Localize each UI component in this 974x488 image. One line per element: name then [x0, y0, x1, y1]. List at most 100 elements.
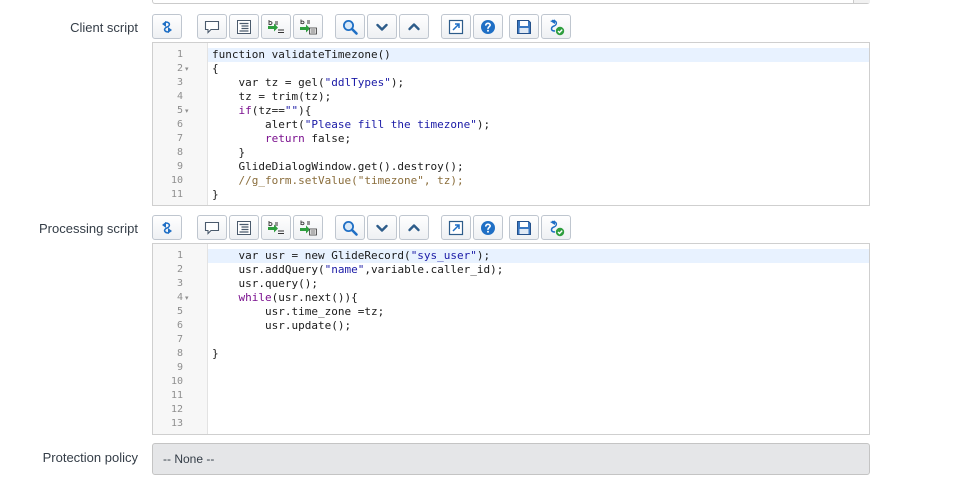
line-number: 6	[176, 320, 183, 331]
comment-selected-button[interactable]	[197, 14, 227, 39]
line-number: 12	[170, 404, 183, 415]
help-icon	[479, 219, 497, 237]
comment-selected-button[interactable]	[197, 215, 227, 240]
line-number: 10	[170, 175, 183, 186]
code-token: return	[264, 132, 305, 145]
replace-all-icon	[298, 219, 318, 237]
check-syntax-button[interactable]	[541, 215, 571, 240]
code-line: while(usr.next()){	[212, 291, 358, 305]
format-code-button[interactable]	[229, 215, 259, 240]
code-token: }	[212, 146, 246, 159]
protection-policy-select[interactable]: -- None --	[152, 443, 870, 475]
find-next-button[interactable]	[367, 215, 397, 240]
format-code-button[interactable]	[229, 14, 259, 39]
floppy-disk-icon	[515, 219, 533, 237]
code-line: //g_form.setValue("timezone", tz);	[212, 174, 464, 188]
line-number: 9	[176, 362, 183, 373]
replace-icon	[266, 18, 286, 36]
save-button[interactable]	[509, 215, 539, 240]
chevron-up-icon	[405, 219, 423, 237]
protection-policy-label: Protection policy	[42, 450, 138, 465]
code-token: ""	[284, 104, 299, 117]
search-button[interactable]	[335, 14, 365, 39]
line-number: 5	[176, 105, 183, 116]
format-code-icon	[235, 18, 253, 36]
fullscreen-button[interactable]	[441, 215, 471, 240]
code-token: usr.query();	[212, 277, 318, 290]
replace-icon	[266, 219, 286, 237]
replace-button[interactable]	[261, 215, 291, 240]
line-number-gutter: 1 2 ▾ 3 4 5 ▾ 6 7 8 9 10 11	[153, 43, 208, 205]
help-icon	[479, 18, 497, 36]
comment-icon	[203, 18, 221, 36]
line-number: 4	[176, 292, 183, 303]
client-script-label: Client script	[70, 20, 138, 35]
code-token: usr.time_zone =tz;	[212, 305, 385, 318]
line-number-gutter: 1 2 3 4 ▾ 5 6 7 8 9 10 11 12 13	[153, 244, 208, 434]
help-button[interactable]	[473, 215, 503, 240]
code-line: usr.update();	[212, 319, 351, 333]
client-script-editor[interactable]: 1 2 ▾ 3 4 5 ▾ 6 7 8 9 10 11 function validateTimezon…	[152, 42, 870, 206]
replace-all-icon	[298, 18, 318, 36]
line-number: 8	[176, 348, 183, 359]
script-check-icon	[546, 18, 566, 36]
code-line: usr.query();	[212, 277, 318, 291]
expand-icon	[447, 18, 465, 36]
fullscreen-button[interactable]	[441, 14, 471, 39]
script-check-icon	[546, 219, 566, 237]
code-token: "ddlTypes"	[324, 76, 391, 89]
code-token: ,variable.caller_id);	[364, 263, 504, 276]
line-number: 3	[176, 77, 183, 88]
code-token: {	[212, 62, 219, 75]
line-number: 10	[170, 376, 183, 387]
processing-script-editor[interactable]: 1 2 3 4 ▾ 5 6 7 8 9 10 11 12 13 var usr = new GlideRe…	[152, 243, 870, 435]
code-token: }	[212, 188, 219, 201]
line-number: 4	[176, 91, 183, 102]
code-token: );	[476, 249, 491, 262]
fold-toggle-icon[interactable]: ▾	[185, 62, 193, 76]
line-number: 1	[176, 49, 183, 60]
comment-icon	[203, 219, 221, 237]
code-line: alert("Please fill the timezone");	[212, 118, 490, 132]
code-token: var tz = gel(	[212, 76, 325, 89]
find-next-button[interactable]	[367, 14, 397, 39]
code-area[interactable]: var usr = new GlideRecord("sys_user"); u…	[208, 244, 869, 434]
code-line: var usr = new GlideRecord("sys_user");	[212, 249, 490, 263]
code-line: function validateTimezone()	[212, 48, 391, 62]
code-line: }	[212, 188, 219, 202]
line-number: 1	[176, 250, 183, 261]
find-previous-button[interactable]	[399, 215, 429, 240]
find-previous-button[interactable]	[399, 14, 429, 39]
replace-all-button[interactable]	[293, 14, 323, 39]
fold-toggle-icon[interactable]: ▾	[185, 291, 193, 305]
toggle-syntax-editor-button[interactable]	[152, 215, 182, 240]
scrollbar[interactable]	[853, 0, 870, 3]
fold-toggle-icon[interactable]: ▾	[185, 104, 193, 118]
search-button[interactable]	[335, 215, 365, 240]
code-area[interactable]: function validateTimezone(){ var tz = ge…	[208, 43, 869, 205]
code-token: //g_form.setValue("timezone", tz);	[212, 174, 464, 187]
code-line: if(tz==""){	[212, 104, 312, 118]
replace-button[interactable]	[261, 14, 291, 39]
protection-policy-value: -- None --	[163, 452, 215, 466]
code-line: {	[212, 62, 219, 76]
code-token: (usr.next()){	[271, 291, 358, 304]
previous-field-editor-edge	[152, 0, 870, 4]
replace-all-button[interactable]	[293, 215, 323, 240]
toggle-syntax-editor-button[interactable]	[152, 14, 182, 39]
check-syntax-button[interactable]	[541, 14, 571, 39]
code-token: "sys_user"	[410, 249, 477, 262]
code-line: usr.time_zone =tz;	[212, 305, 384, 319]
magnifier-icon	[341, 219, 359, 237]
line-number: 7	[176, 133, 183, 144]
help-button[interactable]	[473, 14, 503, 39]
save-button[interactable]	[509, 14, 539, 39]
code-line: usr.addQuery("name",variable.caller_id);	[212, 263, 503, 277]
line-number: 3	[176, 278, 183, 289]
code-token: }	[212, 347, 219, 360]
code-token: "name"	[324, 263, 365, 276]
syntax-toggle-icon	[158, 18, 176, 36]
syntax-toggle-icon	[158, 219, 176, 237]
